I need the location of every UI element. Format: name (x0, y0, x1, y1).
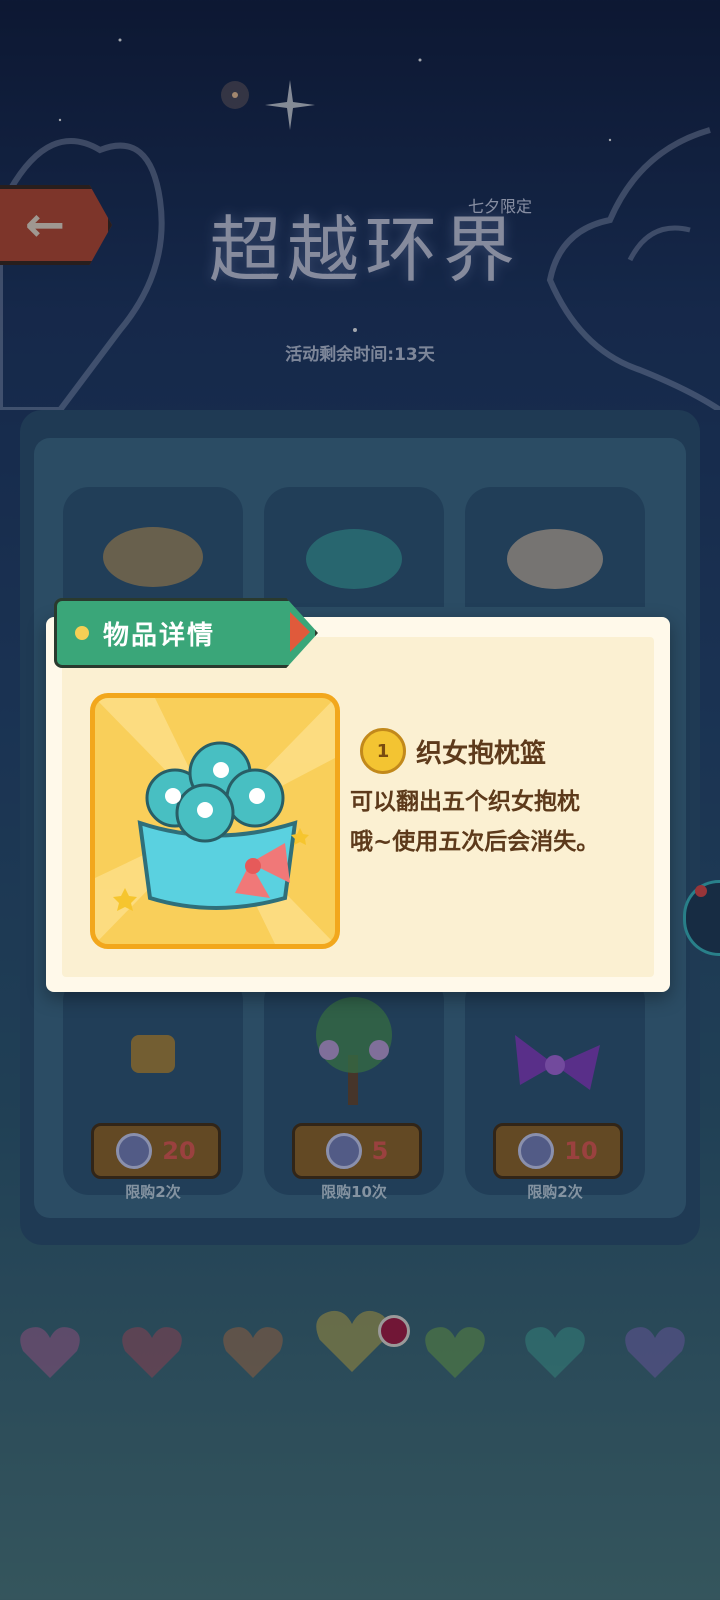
item-description: 可以翻出五个织女抱枕 哦~使用五次后会消失。 (350, 782, 630, 862)
item-image-frame (90, 693, 340, 949)
item-detail-tab-label: 物品详情 (103, 620, 216, 651)
item-name: 织女抱枕篮 (416, 738, 547, 769)
pillow-basket-icon (95, 698, 335, 944)
item-description-line: 哦~使用五次后会消失。 (350, 829, 600, 855)
item-detail-tab: 物品详情 (54, 598, 318, 668)
item-description-line: 可以翻出五个织女抱枕 (350, 789, 580, 815)
item-name-row: 1 织女抱枕篮 (360, 728, 546, 774)
tab-dot-icon (75, 626, 89, 640)
level-badge: 1 (360, 728, 406, 774)
